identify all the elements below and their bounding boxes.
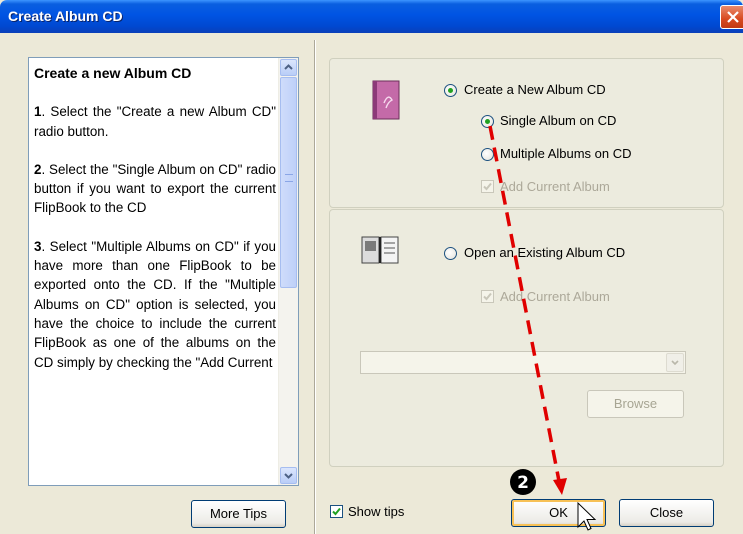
- arrow-head: [553, 478, 567, 495]
- annotation-overlay: 2: [488, 125, 597, 531]
- step-badge-number: 2: [517, 473, 529, 493]
- mouse-cursor-icon: [577, 501, 597, 531]
- create-album-cd-dialog: Create Album CD Create a new Album CD 1.…: [0, 0, 743, 534]
- dashed-arrow-line: [488, 125, 561, 482]
